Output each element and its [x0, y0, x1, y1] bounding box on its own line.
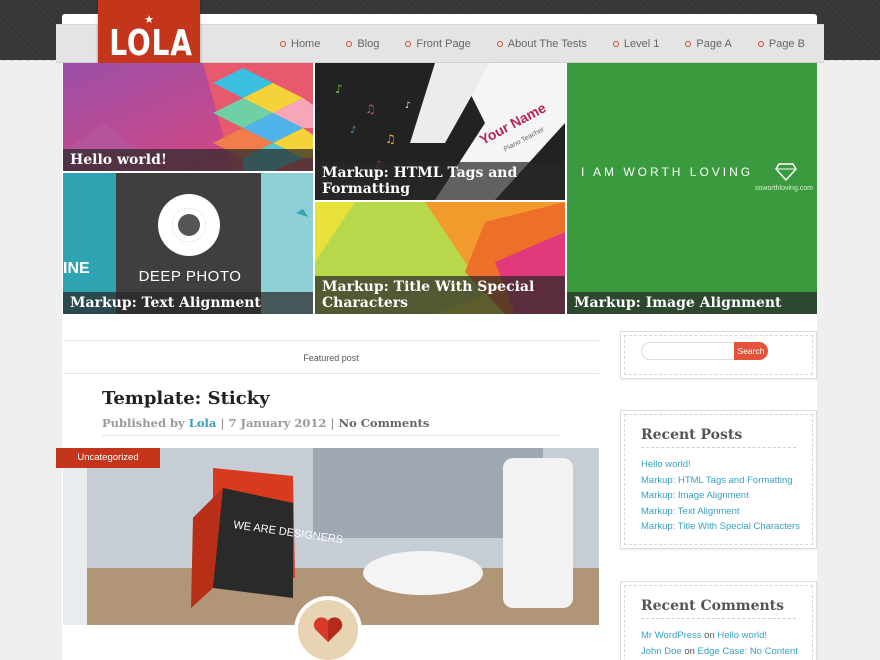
comment-post-link[interactable]: Hello world!	[717, 630, 767, 641]
comment-author-link[interactable]: John Doe	[641, 646, 682, 657]
nav-item-front-page[interactable]: Front Page	[405, 38, 471, 50]
nav-item-label: Level 1	[623, 38, 660, 50]
nav-item-level-1[interactable]: Level 1	[612, 38, 660, 50]
comment-on-label: on	[704, 630, 715, 641]
featured-post-label: Featured post	[63, 340, 599, 374]
partial-text: INE	[63, 260, 90, 277]
recent-comments-list: Mr WordPress on Hello world! John Doe on…	[641, 628, 798, 659]
post-featured-image[interactable]: WE ARE DESIGNERS	[63, 448, 599, 625]
worth-loving-text: I AM WORTH LOVING	[581, 165, 754, 179]
nav-item-page-b[interactable]: Page B	[757, 38, 805, 50]
author-link[interactable]: Lola	[189, 416, 217, 430]
tile-caption: Markup: Text Alignment	[63, 292, 313, 314]
tile-caption: Hello world!	[63, 149, 313, 171]
widget-divider	[641, 618, 796, 619]
category-tag[interactable]: Uncategorized	[56, 448, 160, 468]
tile-caption: Markup: HTML Tags and Formatting	[315, 162, 565, 200]
search-widget: Search	[620, 331, 817, 379]
tile-caption: Markup: Image Alignment	[567, 292, 817, 314]
recent-post-link[interactable]: Markup: Title With Special Characters	[641, 519, 800, 535]
bullet-icon	[612, 41, 619, 47]
recent-posts-list: Hello world! Markup: HTML Tags and Forma…	[641, 457, 800, 535]
aperture-icon	[158, 194, 220, 256]
nav-item-label: Page B	[768, 38, 805, 50]
love-button[interactable]	[298, 600, 358, 660]
search-input[interactable]	[641, 342, 737, 360]
bullet-icon	[496, 41, 503, 47]
recent-post-link[interactable]: Markup: Text Alignment	[641, 504, 800, 520]
comment-on-label: on	[684, 645, 695, 657]
svg-text:♪: ♪	[335, 82, 343, 96]
recent-comment-item: Mr WordPress on Hello world!	[641, 628, 798, 644]
recent-comments-widget: Recent Comments Mr WordPress on Hello wo…	[620, 581, 817, 660]
logo-text: LOLA	[109, 23, 193, 64]
bullet-icon	[346, 41, 353, 47]
deep-photo-text: DEEP PHOTO	[138, 268, 242, 285]
svg-text:♫: ♫	[385, 132, 396, 146]
nav-item-home[interactable]: Home	[280, 38, 320, 50]
bullet-icon	[280, 41, 286, 47]
heart-icon	[313, 617, 343, 642]
featured-tile-image-alignment[interactable]: I AM WORTH LOVING soworthloving.com Mark…	[567, 63, 817, 314]
post-date: 7 January 2012	[228, 416, 327, 430]
published-by-label: Published by	[102, 416, 185, 430]
featured-tile-hello-world[interactable]: Hello world!	[63, 63, 313, 171]
nav-item-page-a[interactable]: Page A	[685, 38, 732, 50]
recent-post-link[interactable]: Markup: HTML Tags and Formatting	[641, 473, 800, 489]
comment-post-link[interactable]: Edge Case: No Content	[698, 646, 798, 657]
comment-author-link[interactable]: Mr WordPress	[641, 630, 702, 641]
widget-title: Recent Comments	[641, 598, 785, 614]
svg-text:♪: ♪	[350, 125, 356, 136]
post-title[interactable]: Template: Sticky	[102, 388, 270, 409]
nav-item-label: Front Page	[416, 38, 471, 50]
svg-text:♪: ♪	[405, 101, 411, 111]
search-button[interactable]: Search	[734, 342, 768, 360]
designers-box-image: WE ARE DESIGNERS	[63, 448, 599, 625]
comments-link[interactable]: No Comments	[339, 416, 430, 430]
nav-list: Home Blog Front Page About The Tests Lev…	[280, 25, 831, 63]
worth-loving-url: soworthloving.com	[755, 185, 813, 192]
widget-title: Recent Posts	[641, 427, 743, 443]
diamond-icon	[775, 163, 797, 181]
nav-item-label: About The Tests	[507, 38, 587, 50]
widget-divider	[641, 447, 796, 448]
bullet-icon	[685, 41, 692, 47]
svg-text:♫: ♫	[365, 102, 376, 116]
nav-item-label: Home	[291, 38, 321, 50]
nav-item-blog[interactable]: Blog	[346, 38, 379, 50]
tile-caption: Markup: Title With Special Characters	[315, 276, 565, 314]
featured-tile-html-tags[interactable]: ♪ ♫ ♪ ♫ ♪ ♫ ♪ Your Name Piano Teacher Ma…	[315, 63, 565, 200]
nav-item-about-the-tests[interactable]: About The Tests	[496, 38, 587, 50]
post-meta: Published by Lola | 7 January 2012 | No …	[102, 416, 560, 436]
bullet-icon	[757, 41, 764, 47]
nav-item-label: Page A	[696, 38, 732, 50]
meta-separator: |	[220, 416, 225, 430]
featured-tile-special-characters[interactable]: Markup: Title With Special Characters	[315, 202, 565, 314]
bullet-icon	[405, 41, 412, 47]
meta-separator: |	[330, 416, 335, 430]
recent-comment-item: John Doe on Edge Case: No Content	[641, 644, 798, 660]
recent-post-link[interactable]: Hello world!	[641, 457, 800, 473]
recent-post-link[interactable]: Markup: Image Alignment	[641, 488, 800, 504]
recent-posts-widget: Recent Posts Hello world! Markup: HTML T…	[620, 410, 817, 549]
nav-item-label: Blog	[357, 38, 380, 50]
